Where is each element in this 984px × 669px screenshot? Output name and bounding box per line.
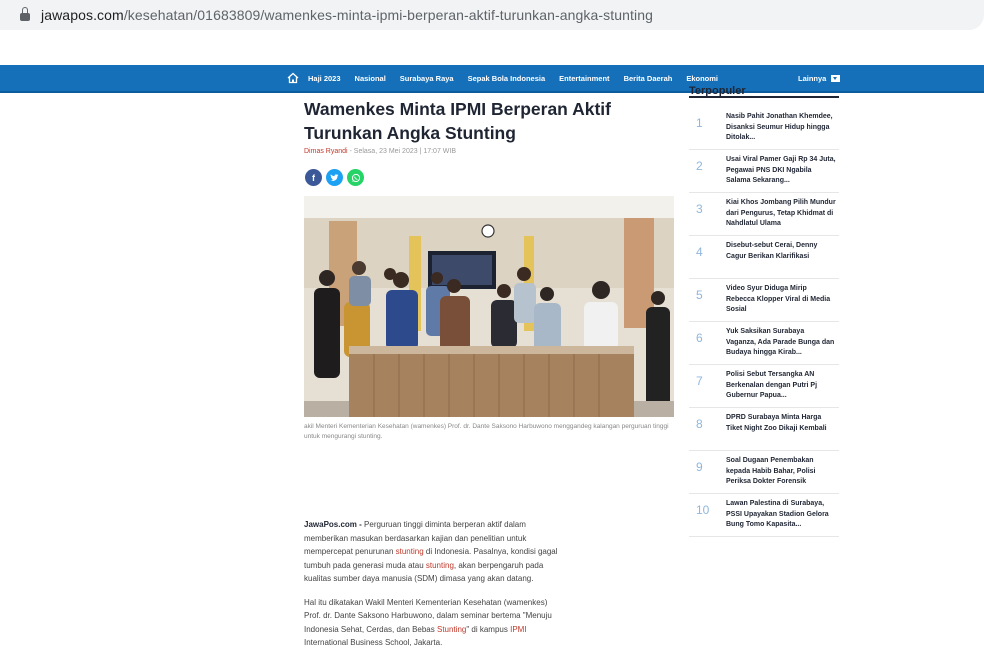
popular-item[interactable]: 2 Usai Viral Pamer Gaji Rp 34 Juta, Pegaw… <box>689 150 839 193</box>
popular-list: 1 Nasib Pahit Jonathan Khemdee, Disanksi … <box>689 107 839 537</box>
popular-item[interactable]: 8 DPRD Surabaya Minta Harga Tiket Night Z… <box>689 408 839 451</box>
article-body: JawaPos.com - Perguruan tinggi diminta b… <box>304 518 566 660</box>
popular-headline[interactable]: Nasib Pahit Jonathan Khemdee, Disanksi S… <box>726 112 836 149</box>
whatsapp-share-icon[interactable] <box>347 169 364 186</box>
popular-headline[interactable]: Lawan Palestina di Surabaya, PSSI Upayak… <box>726 499 836 536</box>
popular-rank: 3 <box>696 202 703 216</box>
nav-item-nasional[interactable]: Nasional <box>355 74 386 83</box>
photo-caption: akil Menteri Kementerian Kesehatan (wame… <box>304 423 669 440</box>
nav-item-haji-2023[interactable]: Haji 2023 <box>308 74 341 83</box>
popular-item[interactable]: 3 Kiai Khos Jombang Pilih Mundur dari Pen… <box>689 193 839 236</box>
article-paragraph-1: JawaPos.com - Perguruan tinggi diminta b… <box>304 518 566 586</box>
address-bar[interactable]: jawapos.com/kesehatan/01683809/wamenkes-… <box>0 0 984 30</box>
nav-item-ekonomi[interactable]: Ekonomi <box>686 74 718 83</box>
popular-rank: 4 <box>696 245 703 259</box>
article-date: - Selasa, 23 Mei 2023 | 17:07 WIB <box>347 148 457 155</box>
popular-rank: 8 <box>696 417 703 431</box>
tag-link-ipmi[interactable]: IPMI <box>510 625 526 634</box>
tag-link-stunting[interactable]: stunting <box>396 547 424 556</box>
nav-more-label: Lainnya <box>798 73 827 83</box>
popular-headline[interactable]: Disebut-sebut Cerai, Denny Cagur Berikan… <box>726 241 836 278</box>
article-title: Wamenkes Minta IPMI Berperan Aktif Turun… <box>304 99 611 143</box>
popular-item[interactable]: 10 Lawan Palestina di Surabaya, PSSI Upay… <box>689 494 839 537</box>
lock-icon[interactable] <box>20 7 30 21</box>
tag-link-stunting[interactable]: stunting <box>426 561 454 570</box>
url-text[interactable]: jawapos.com/kesehatan/01683809/wamenkes-… <box>41 7 653 23</box>
url-host: jawapos.com <box>41 7 124 23</box>
popular-headline[interactable]: Soal Dugaan Penembakan kepada Habib Baha… <box>726 456 836 493</box>
nav-item-surabaya-raya[interactable]: Surabaya Raya <box>400 74 454 83</box>
browser-toolbar: jawapos.com/kesehatan/01683809/wamenkes-… <box>0 0 984 34</box>
popular-rank: 9 <box>696 460 703 474</box>
nav-item-entertainment[interactable]: Entertainment <box>559 74 609 83</box>
article-byline: Dimas Ryandi - Selasa, 23 Mei 2023 | 17:… <box>304 148 456 155</box>
popular-item[interactable]: 5 Video Syur Diduga Mirip Rebecca Klopper… <box>689 279 839 322</box>
article-photo <box>304 196 674 417</box>
popular-rank: 2 <box>696 159 703 173</box>
popular-headline[interactable]: Kiai Khos Jombang Pilih Mundur dari Peng… <box>726 198 836 235</box>
popular-item[interactable]: 7 Polisi Sebut Tersangka AN Berkenalan de… <box>689 365 839 408</box>
twitter-share-icon[interactable] <box>326 169 343 186</box>
tag-link-stunting[interactable]: Stunting <box>437 625 466 634</box>
popular-item[interactable]: 1 Nasib Pahit Jonathan Khemdee, Disanksi … <box>689 107 839 150</box>
popular-headline[interactable]: DPRD Surabaya Minta Harga Tiket Night Zo… <box>726 413 836 450</box>
share-buttons: f <box>305 169 364 186</box>
nav-item-berita-daerah[interactable]: Berita Daerah <box>624 74 673 83</box>
popular-headline[interactable]: Yuk Saksikan Surabaya Vaganza, Ada Parad… <box>726 327 836 364</box>
nav-item-sepak-bola[interactable]: Sepak Bola Indonesia <box>468 74 546 83</box>
popular-rank: 10 <box>696 503 710 517</box>
paragraph-text: International Business School, Jakarta. <box>304 638 443 647</box>
popular-rank: 5 <box>696 288 703 302</box>
popular-headline[interactable]: Usai Viral Pamer Gaji Rp 34 Juta, Pegawa… <box>726 155 836 192</box>
popular-headline[interactable]: Video Syur Diduga Mirip Rebecca Klopper … <box>726 284 836 321</box>
facebook-share-icon[interactable]: f <box>305 169 322 186</box>
popular-item[interactable]: 6 Yuk Saksikan Surabaya Vaganza, Ada Para… <box>689 322 839 365</box>
popular-rank: 1 <box>696 116 703 130</box>
url-path: /kesehatan/01683809/wamenkes-minta-ipmi-… <box>123 7 654 23</box>
home-icon[interactable] <box>286 71 300 85</box>
sidebar-title: Terpopuler <box>689 84 839 98</box>
popular-rank: 7 <box>696 374 703 388</box>
author-link[interactable]: Dimas Ryandi <box>304 148 348 155</box>
popular-item[interactable]: 4 Disebut-sebut Cerai, Denny Cagur Berika… <box>689 236 839 279</box>
paragraph-text: " di kampus <box>466 624 511 634</box>
brand-label: JawaPos.com - <box>304 520 365 529</box>
popular-item[interactable]: 9 Soal Dugaan Penembakan kepada Habib Bah… <box>689 451 839 494</box>
popular-headline[interactable]: Polisi Sebut Tersangka AN Berkenalan den… <box>726 370 836 407</box>
caret-down-icon <box>831 74 841 82</box>
article-paragraph-2: Hal itu dikatakan Wakil Menteri Kementer… <box>304 596 566 650</box>
popular-rank: 6 <box>696 331 703 345</box>
